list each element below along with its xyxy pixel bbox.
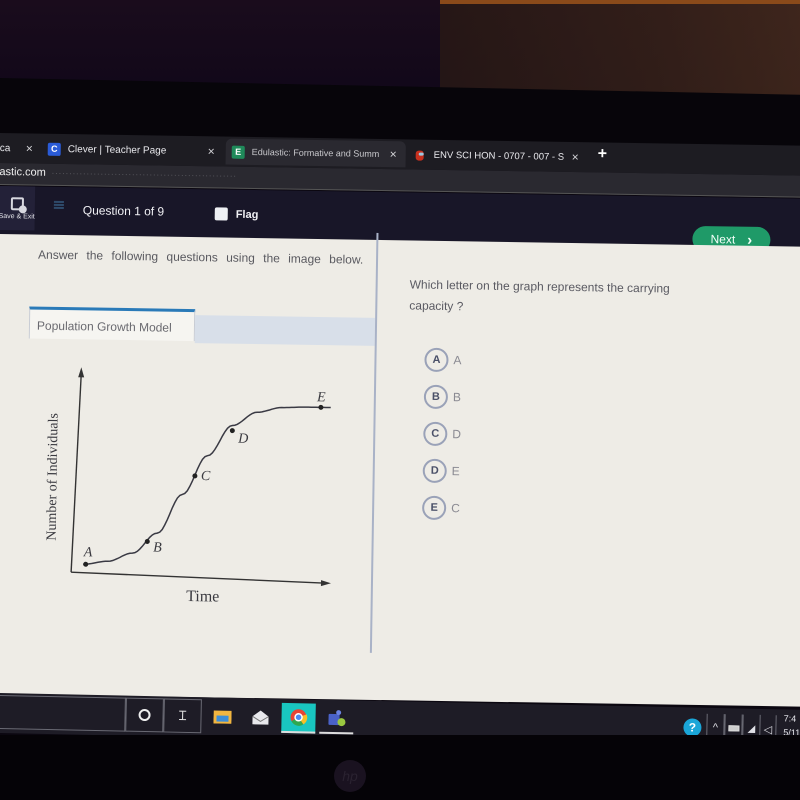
shelf-edge bbox=[440, 0, 800, 4]
hp-logo: hp bbox=[334, 760, 366, 792]
instructions-text: Answer the following questions using the… bbox=[37, 247, 364, 267]
clever-icon: C bbox=[47, 142, 61, 156]
point-label-b: B bbox=[153, 541, 162, 556]
tab-bar-fill bbox=[194, 315, 376, 346]
clock-time: 7:4 bbox=[783, 713, 797, 724]
question-text: Which letter on the graph represents the… bbox=[409, 277, 670, 314]
laptop-chassis bbox=[0, 735, 800, 800]
tab-clever[interactable]: C Clever | Teacher Page × bbox=[47, 136, 220, 165]
save-exit-label: Save & Exit bbox=[0, 212, 35, 221]
close-icon[interactable]: × bbox=[390, 147, 397, 161]
chrome-icon bbox=[290, 709, 308, 726]
taskbar-left-area bbox=[0, 694, 126, 732]
x-axis bbox=[71, 571, 326, 584]
volume-icon: ◁ bbox=[763, 723, 773, 736]
option-key[interactable]: B bbox=[423, 384, 449, 409]
point-d bbox=[229, 428, 235, 434]
point-label-a: A bbox=[83, 545, 93, 560]
option-a[interactable]: A A bbox=[424, 341, 462, 379]
option-e[interactable]: E C bbox=[421, 489, 460, 527]
teams-icon bbox=[328, 710, 346, 727]
option-text[interactable]: D bbox=[452, 427, 461, 441]
point-e bbox=[318, 404, 324, 410]
file-explorer-icon bbox=[213, 710, 232, 724]
flag-label: Flag bbox=[235, 208, 259, 221]
photo-stage: ca × C Clever | Teacher Page × E Edulast… bbox=[0, 0, 800, 800]
mail-button[interactable] bbox=[243, 702, 278, 733]
tab-edulastic[interactable]: E Edulastic: Formative and Summ × bbox=[225, 138, 406, 168]
menu-icon[interactable] bbox=[53, 200, 64, 210]
point-label-d: D bbox=[237, 432, 248, 447]
option-text[interactable]: A bbox=[453, 353, 461, 367]
point-a bbox=[83, 561, 89, 567]
series-line-population bbox=[83, 406, 331, 566]
task-view-icon: ⌶ bbox=[178, 707, 187, 723]
close-icon[interactable]: × bbox=[208, 144, 215, 158]
population-growth-chart: Time Number of Individuals A B C D E bbox=[45, 367, 331, 606]
close-icon[interactable]: × bbox=[26, 141, 33, 155]
url-path-blurred: ········································… bbox=[51, 167, 237, 181]
option-text[interactable]: E bbox=[452, 464, 460, 478]
url-text[interactable]: astic.com bbox=[0, 166, 46, 179]
question-counter[interactable]: Question 1 of 9 bbox=[83, 203, 165, 218]
point-label-e: E bbox=[316, 390, 326, 405]
question-pane: Which letter on the graph represents the… bbox=[403, 240, 790, 706]
search-button[interactable] bbox=[125, 697, 164, 733]
option-key[interactable]: A bbox=[424, 347, 449, 372]
tab-population-growth-model[interactable]: Population Growth Model bbox=[28, 306, 196, 342]
option-text[interactable]: B bbox=[453, 390, 461, 404]
y-axis-arrow bbox=[78, 367, 85, 378]
answer-options: A A B B C D D E E C bbox=[421, 341, 463, 527]
save-exit-button[interactable]: Save & Exit bbox=[0, 185, 36, 231]
new-tab-button[interactable]: + bbox=[598, 145, 608, 163]
tab-partial[interactable]: ca × bbox=[0, 135, 33, 161]
tab-title: Clever | Teacher Page bbox=[67, 143, 167, 157]
y-axis-label: Number of Individuals bbox=[45, 413, 62, 541]
file-explorer-button[interactable] bbox=[205, 701, 240, 732]
option-c[interactable]: C D bbox=[423, 415, 461, 453]
mail-icon bbox=[252, 710, 269, 725]
tab-title: ENV SCI HON - 0707 - 007 - SH bbox=[433, 149, 564, 163]
wifi-icon: ◢ bbox=[747, 723, 756, 735]
tab-title: ca bbox=[0, 142, 11, 154]
chrome-button[interactable] bbox=[281, 702, 316, 734]
x-axis-label: Time bbox=[186, 588, 219, 606]
browser-window: ca × C Clever | Teacher Page × E Edulast… bbox=[0, 133, 800, 707]
battery-icon bbox=[727, 725, 739, 732]
close-icon[interactable]: × bbox=[572, 150, 579, 164]
tab-title: Edulastic: Formative and Summ bbox=[251, 146, 380, 159]
option-b[interactable]: B B bbox=[423, 378, 462, 416]
option-d[interactable]: D E bbox=[422, 452, 460, 490]
question-content: Answer the following questions using the… bbox=[0, 232, 800, 707]
flag-checkbox[interactable]: Flag bbox=[214, 207, 259, 221]
edulastic-icon: E bbox=[231, 145, 245, 159]
save-icon bbox=[10, 196, 24, 210]
option-key[interactable]: C bbox=[423, 421, 448, 446]
checkbox-icon[interactable] bbox=[214, 207, 228, 221]
passage-pane: Answer the following questions using the… bbox=[0, 234, 376, 700]
option-text[interactable]: C bbox=[451, 501, 460, 515]
search-icon bbox=[138, 708, 151, 722]
shelf-background bbox=[440, 0, 800, 100]
chevron-up-icon: ^ bbox=[712, 721, 719, 735]
option-key[interactable]: D bbox=[422, 458, 447, 483]
teams-button[interactable] bbox=[319, 703, 354, 735]
tab-env-sci[interactable]: ENV SCI HON - 0707 - 007 - SH × bbox=[414, 142, 590, 171]
x-axis-arrow bbox=[320, 580, 331, 587]
image-tab-bar: Population Growth Model bbox=[28, 306, 376, 346]
help-icon: ? bbox=[683, 718, 702, 737]
option-key[interactable]: E bbox=[421, 495, 447, 520]
y-axis bbox=[70, 374, 82, 573]
point-label-c: C bbox=[201, 469, 211, 484]
task-view-button[interactable]: ⌶ bbox=[163, 698, 202, 734]
among-us-icon bbox=[414, 148, 427, 161]
